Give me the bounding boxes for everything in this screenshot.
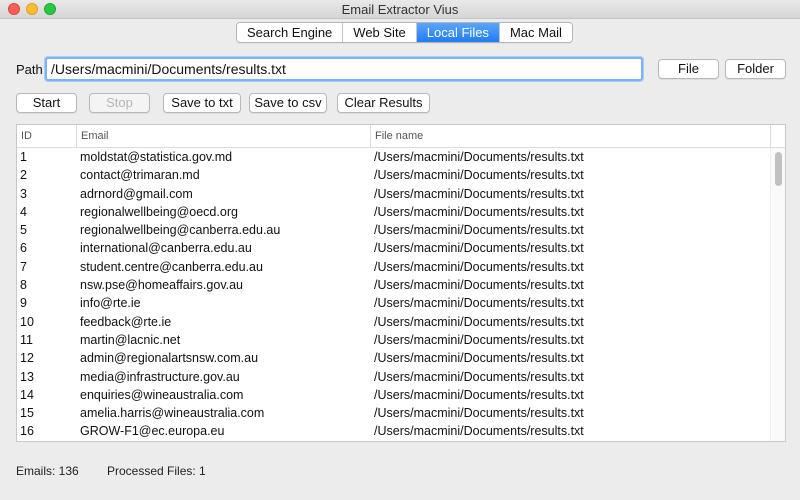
row-file-name: /Users/macmini/Documents/results.txt xyxy=(374,259,584,274)
table-row[interactable]: 14 enquiries@wineaustralia.com/Users/macm… xyxy=(17,386,771,404)
row-id: 10 xyxy=(20,314,34,329)
tab-search-engine[interactable]: Search Engine xyxy=(237,23,344,42)
row-id: 8 xyxy=(20,278,27,293)
row-id: 3 xyxy=(20,186,27,201)
row-email: info@rte.ie xyxy=(80,296,141,311)
column-header-file-name[interactable]: File name xyxy=(371,125,771,147)
table-row[interactable]: 16 GROW-F1@ec.europa.eu/Users/macmini/Doc… xyxy=(17,422,771,440)
row-id: 4 xyxy=(20,204,27,219)
row-file-name: /Users/macmini/Documents/results.txt xyxy=(374,278,584,293)
table-body: 1 moldstat@statistica.gov.md/Users/macmin… xyxy=(17,148,771,441)
row-id: 11 xyxy=(20,332,33,347)
row-id: 16 xyxy=(20,424,34,439)
row-file-name: /Users/macmini/Documents/results.txt xyxy=(374,369,584,384)
row-file-name: /Users/macmini/Documents/results.txt xyxy=(374,387,584,402)
row-id: 14 xyxy=(20,387,34,402)
row-id: 5 xyxy=(20,223,27,238)
row-email: international@canberra.edu.au xyxy=(80,241,252,256)
row-email: nsw.pse@homeaffairs.gov.au xyxy=(80,278,244,293)
results-table: ID Email File name 1 moldstat@statistica.… xyxy=(16,124,786,442)
path-label: Path: xyxy=(16,62,47,77)
file-button[interactable]: File xyxy=(658,59,719,79)
table-row[interactable]: 7 student.centre@canberra.edu.au/Users/ma… xyxy=(17,258,771,276)
processed-files-count: Processed Files: 1 xyxy=(107,464,206,478)
row-email: contact@trimaran.md xyxy=(80,168,200,183)
row-email: regionalwellbeing@oecd.org xyxy=(80,204,238,219)
window-title: Email Extractor Vius xyxy=(341,2,459,17)
row-email: regionalwellbeing@canberra.edu.au xyxy=(80,223,281,238)
table-row[interactable]: 1 moldstat@statistica.gov.md/Users/macmin… xyxy=(17,148,771,166)
row-email: GROW-F1@ec.europa.eu xyxy=(80,424,225,439)
stop-button[interactable]: Stop xyxy=(89,93,150,113)
row-file-name: /Users/macmini/Documents/results.txt xyxy=(374,168,584,183)
row-email: admin@regionalartsnsw.com.au xyxy=(80,351,259,366)
row-id: 2 xyxy=(20,168,27,183)
row-email: amelia.harris@wineaustralia.com xyxy=(80,406,265,421)
row-email: media@infrastructure.gov.au xyxy=(80,369,240,384)
emails-count: Emails: 136 xyxy=(16,464,79,478)
table-scrollbar[interactable] xyxy=(770,148,785,441)
table-row[interactable]: 5 regionalwellbeing@canberra.edu.au/Users… xyxy=(17,221,771,239)
row-email: feedback@rte.ie xyxy=(80,314,172,329)
table-row[interactable]: 3 adrnord@gmail.com/Users/macmini/Documen… xyxy=(17,185,771,203)
column-header-email[interactable]: Email xyxy=(77,125,371,147)
row-id: 1 xyxy=(20,150,27,164)
row-email: martin@lacnic.net xyxy=(80,332,181,347)
tab-mac-mail[interactable]: Mac Mail xyxy=(499,23,572,42)
table-row[interactable]: 8 nsw.pse@homeaffairs.gov.au/Users/macmin… xyxy=(17,276,771,294)
scrollbar-thumb[interactable] xyxy=(775,152,782,186)
tab-local-files[interactable]: Local Files xyxy=(416,23,500,42)
start-button[interactable]: Start xyxy=(16,93,77,113)
row-file-name: /Users/macmini/Documents/results.txt xyxy=(374,223,584,238)
row-file-name: /Users/macmini/Documents/results.txt xyxy=(374,186,584,201)
title-bar: Email Extractor Vius xyxy=(0,0,800,19)
row-file-name: /Users/macmini/Documents/results.txt xyxy=(374,241,584,256)
folder-button[interactable]: Folder xyxy=(725,59,786,79)
row-id: 6 xyxy=(20,241,27,256)
path-input[interactable] xyxy=(45,57,643,81)
row-email: adrnord@gmail.com xyxy=(80,186,193,201)
table-row[interactable]: 13 media@infrastructure.gov.au/Users/macm… xyxy=(17,368,771,386)
row-file-name: /Users/macmini/Documents/results.txt xyxy=(374,351,584,366)
row-file-name: /Users/macmini/Documents/results.txt xyxy=(374,296,584,311)
row-email: student.centre@canberra.edu.au xyxy=(80,259,263,274)
row-id: 9 xyxy=(20,296,27,311)
row-file-name: /Users/macmini/Documents/results.txt xyxy=(374,150,584,164)
save-csv-button[interactable]: Save to csv xyxy=(249,93,327,113)
row-file-name: /Users/macmini/Documents/results.txt xyxy=(374,332,584,347)
column-header-id[interactable]: ID xyxy=(17,125,77,147)
clear-results-button[interactable]: Clear Results xyxy=(337,93,430,113)
save-txt-button[interactable]: Save to txt xyxy=(163,93,241,113)
table-row[interactable]: 10 feedback@rte.ie/Users/macmini/Document… xyxy=(17,313,771,331)
row-id: 15 xyxy=(20,406,34,421)
table-row[interactable]: 12 admin@regionalartsnsw.com.au/Users/mac… xyxy=(17,349,771,367)
row-email: moldstat@statistica.gov.md xyxy=(80,150,233,164)
row-id: 13 xyxy=(20,369,34,384)
mode-tabs: Search Engine Web Site Local Files Mac M… xyxy=(236,22,573,43)
row-file-name: /Users/macmini/Documents/results.txt xyxy=(374,204,584,219)
table-row[interactable]: 6 international@canberra.edu.au/Users/mac… xyxy=(17,239,771,257)
row-email: enquiries@wineaustralia.com xyxy=(80,387,244,402)
table-row[interactable]: 2 contact@trimaran.md/Users/macmini/Docum… xyxy=(17,166,771,184)
row-id: 7 xyxy=(20,259,27,274)
row-file-name: /Users/macmini/Documents/results.txt xyxy=(374,314,584,329)
table-header: ID Email File name xyxy=(17,125,785,148)
row-file-name: /Users/macmini/Documents/results.txt xyxy=(374,424,584,439)
table-row[interactable]: 9 info@rte.ie/Users/macmini/Documents/res… xyxy=(17,294,771,312)
tab-web-site[interactable]: Web Site xyxy=(343,23,417,42)
table-row[interactable]: 15 amelia.harris@wineaustralia.com/Users/… xyxy=(17,404,771,422)
table-row[interactable]: 11 martin@lacnic.net/Users/macmini/Docume… xyxy=(17,331,771,349)
row-id: 12 xyxy=(20,351,34,366)
row-file-name: /Users/macmini/Documents/results.txt xyxy=(374,406,584,421)
table-row[interactable]: 4 regionalwellbeing@oecd.org/Users/macmin… xyxy=(17,203,771,221)
